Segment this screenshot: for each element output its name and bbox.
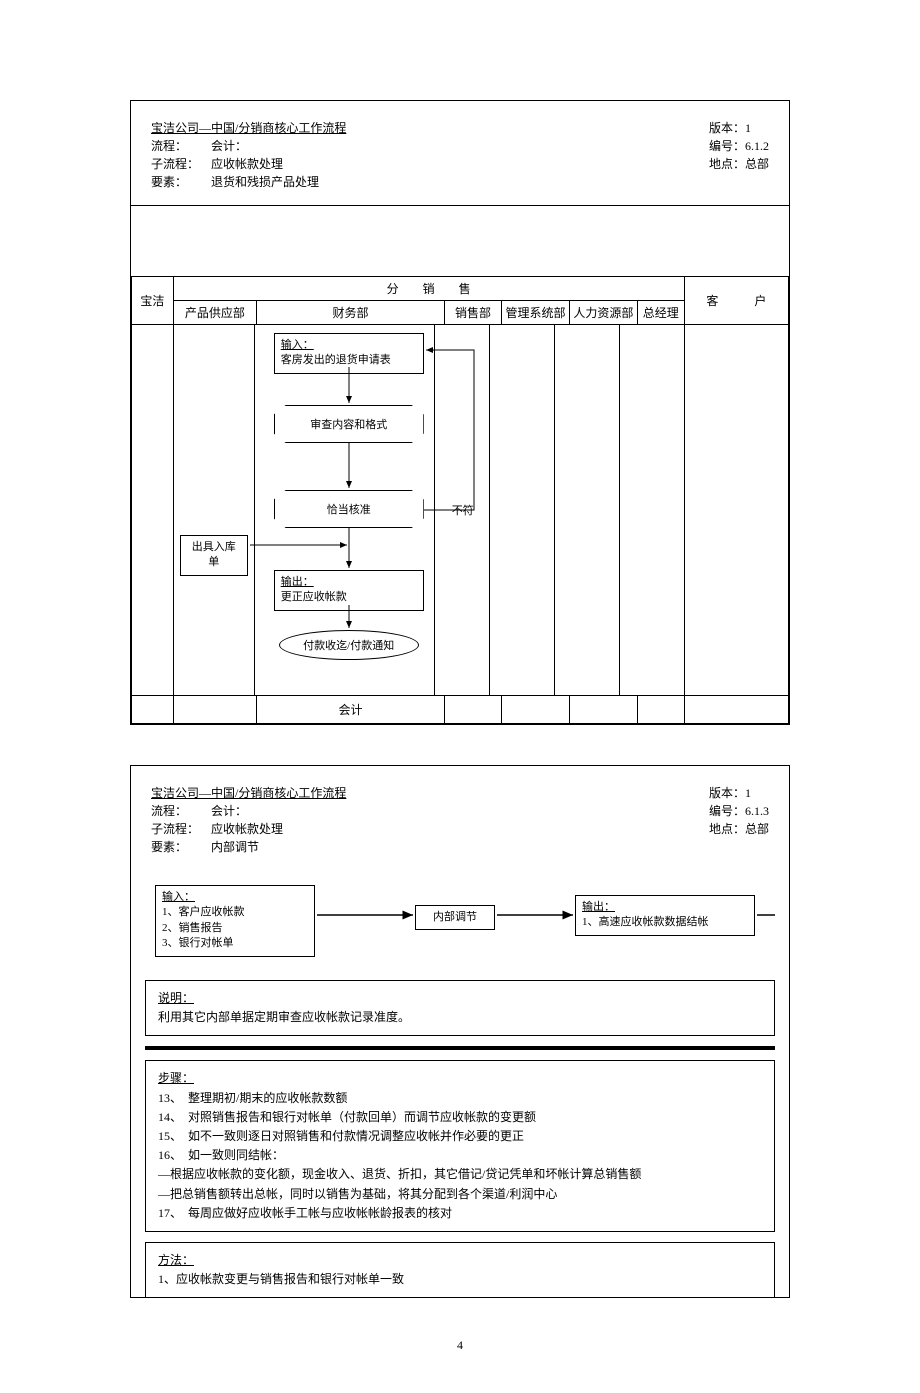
lane-sales: 销售部 xyxy=(444,301,501,325)
d2-input-box: 输入： 1、客户应收帐款 2、销售报告 3、银行对帐单 xyxy=(155,885,315,957)
notice-ellipse: 付款收迄/付款通知 xyxy=(279,630,419,660)
d2-title: 宝洁公司—中国/分销商核心工作流程 xyxy=(151,784,346,802)
lane-supply: 产品供应部 xyxy=(173,301,256,325)
d1-row1-value: 会计： xyxy=(211,139,247,153)
d1-number: 编号：6.1.2 xyxy=(709,137,769,155)
d2-explain: 说明： 利用其它内部单据定期审查应收帐款记录准度。 xyxy=(145,980,775,1036)
output-text: 更正应收帐款 xyxy=(281,591,347,603)
lane-baojie: 宝洁 xyxy=(132,277,174,325)
input-label: 输入： xyxy=(281,339,314,351)
d1-row2-label: 子流程： xyxy=(151,155,211,173)
nomatch-label: 不符 xyxy=(452,502,474,518)
footer-role: 会计 xyxy=(257,696,445,724)
flow-arrows xyxy=(174,325,684,695)
d1-version: 版本：1 xyxy=(709,119,769,137)
lane-hr: 人力资源部 xyxy=(569,301,637,325)
lane-finance: 财务部 xyxy=(257,301,445,325)
output-label: 输出： xyxy=(281,576,314,588)
lane-mis: 管理系统部 xyxy=(502,301,570,325)
lane-customer: 客 户 xyxy=(684,277,788,325)
d1-row3-label: 要素： xyxy=(151,173,211,191)
d1-location: 地点：总部 xyxy=(709,155,769,173)
d1-row3-value: 退货和残损产品处理 xyxy=(211,175,319,189)
d2-output-box: 输出： 1、高速应收帐款数据结帐 xyxy=(575,895,755,936)
input-text: 客房发出的退货申请表 xyxy=(281,354,391,366)
d2-method: 方法： 1、应收帐款变更与销售报告和银行对帐单一致 xyxy=(145,1242,775,1297)
approve-box: 恰当核准 xyxy=(274,490,424,528)
diagram-1: 宝洁公司—中国/分销商核心工作流程 流程：会计： 子流程：应收帐款处理 要素：退… xyxy=(130,100,790,725)
d2-center-box: 内部调节 xyxy=(415,905,495,930)
input-box: 输入： 客房发出的退货申请表 xyxy=(274,333,424,374)
diagram-2: 宝洁公司—中国/分销商核心工作流程 流程：会计： 子流程：应收帐款处理 要素：内… xyxy=(130,765,790,1298)
d2-flow: 输入： 1、客户应收帐款 2、销售报告 3、银行对帐单 内部调节 输出： 1、高… xyxy=(145,880,775,970)
page-number: 4 xyxy=(130,1338,790,1353)
d1-title: 宝洁公司—中国/分销商核心工作流程 xyxy=(151,119,346,137)
review-box: 审查内容和格式 xyxy=(274,405,424,443)
d2-steps: 步骤： 13、 整理期初/期末的应收帐款数额 14、 对照销售报告和银行对帐单（… xyxy=(145,1060,775,1232)
swimlane-table: 宝洁 分 销 售 客 户 产品供应部 财务部 销售部 管理系统部 人力资源部 总… xyxy=(131,276,789,724)
d1-row1-label: 流程： xyxy=(151,137,211,155)
d1-row2-value: 应收帐款处理 xyxy=(211,157,283,171)
output-box: 输出： 更正应收帐款 xyxy=(274,570,424,611)
d1-header: 宝洁公司—中国/分销商核心工作流程 流程：会计： 子流程：应收帐款处理 要素：退… xyxy=(131,101,789,206)
stockin-box: 出具入库单 xyxy=(180,535,248,576)
d2-header: 宝洁公司—中国/分销商核心工作流程 流程：会计： 子流程：应收帐款处理 要素：内… xyxy=(131,766,789,870)
lane-gm: 总经理 xyxy=(637,301,684,325)
lane-dist-title: 分 销 售 xyxy=(173,277,684,301)
